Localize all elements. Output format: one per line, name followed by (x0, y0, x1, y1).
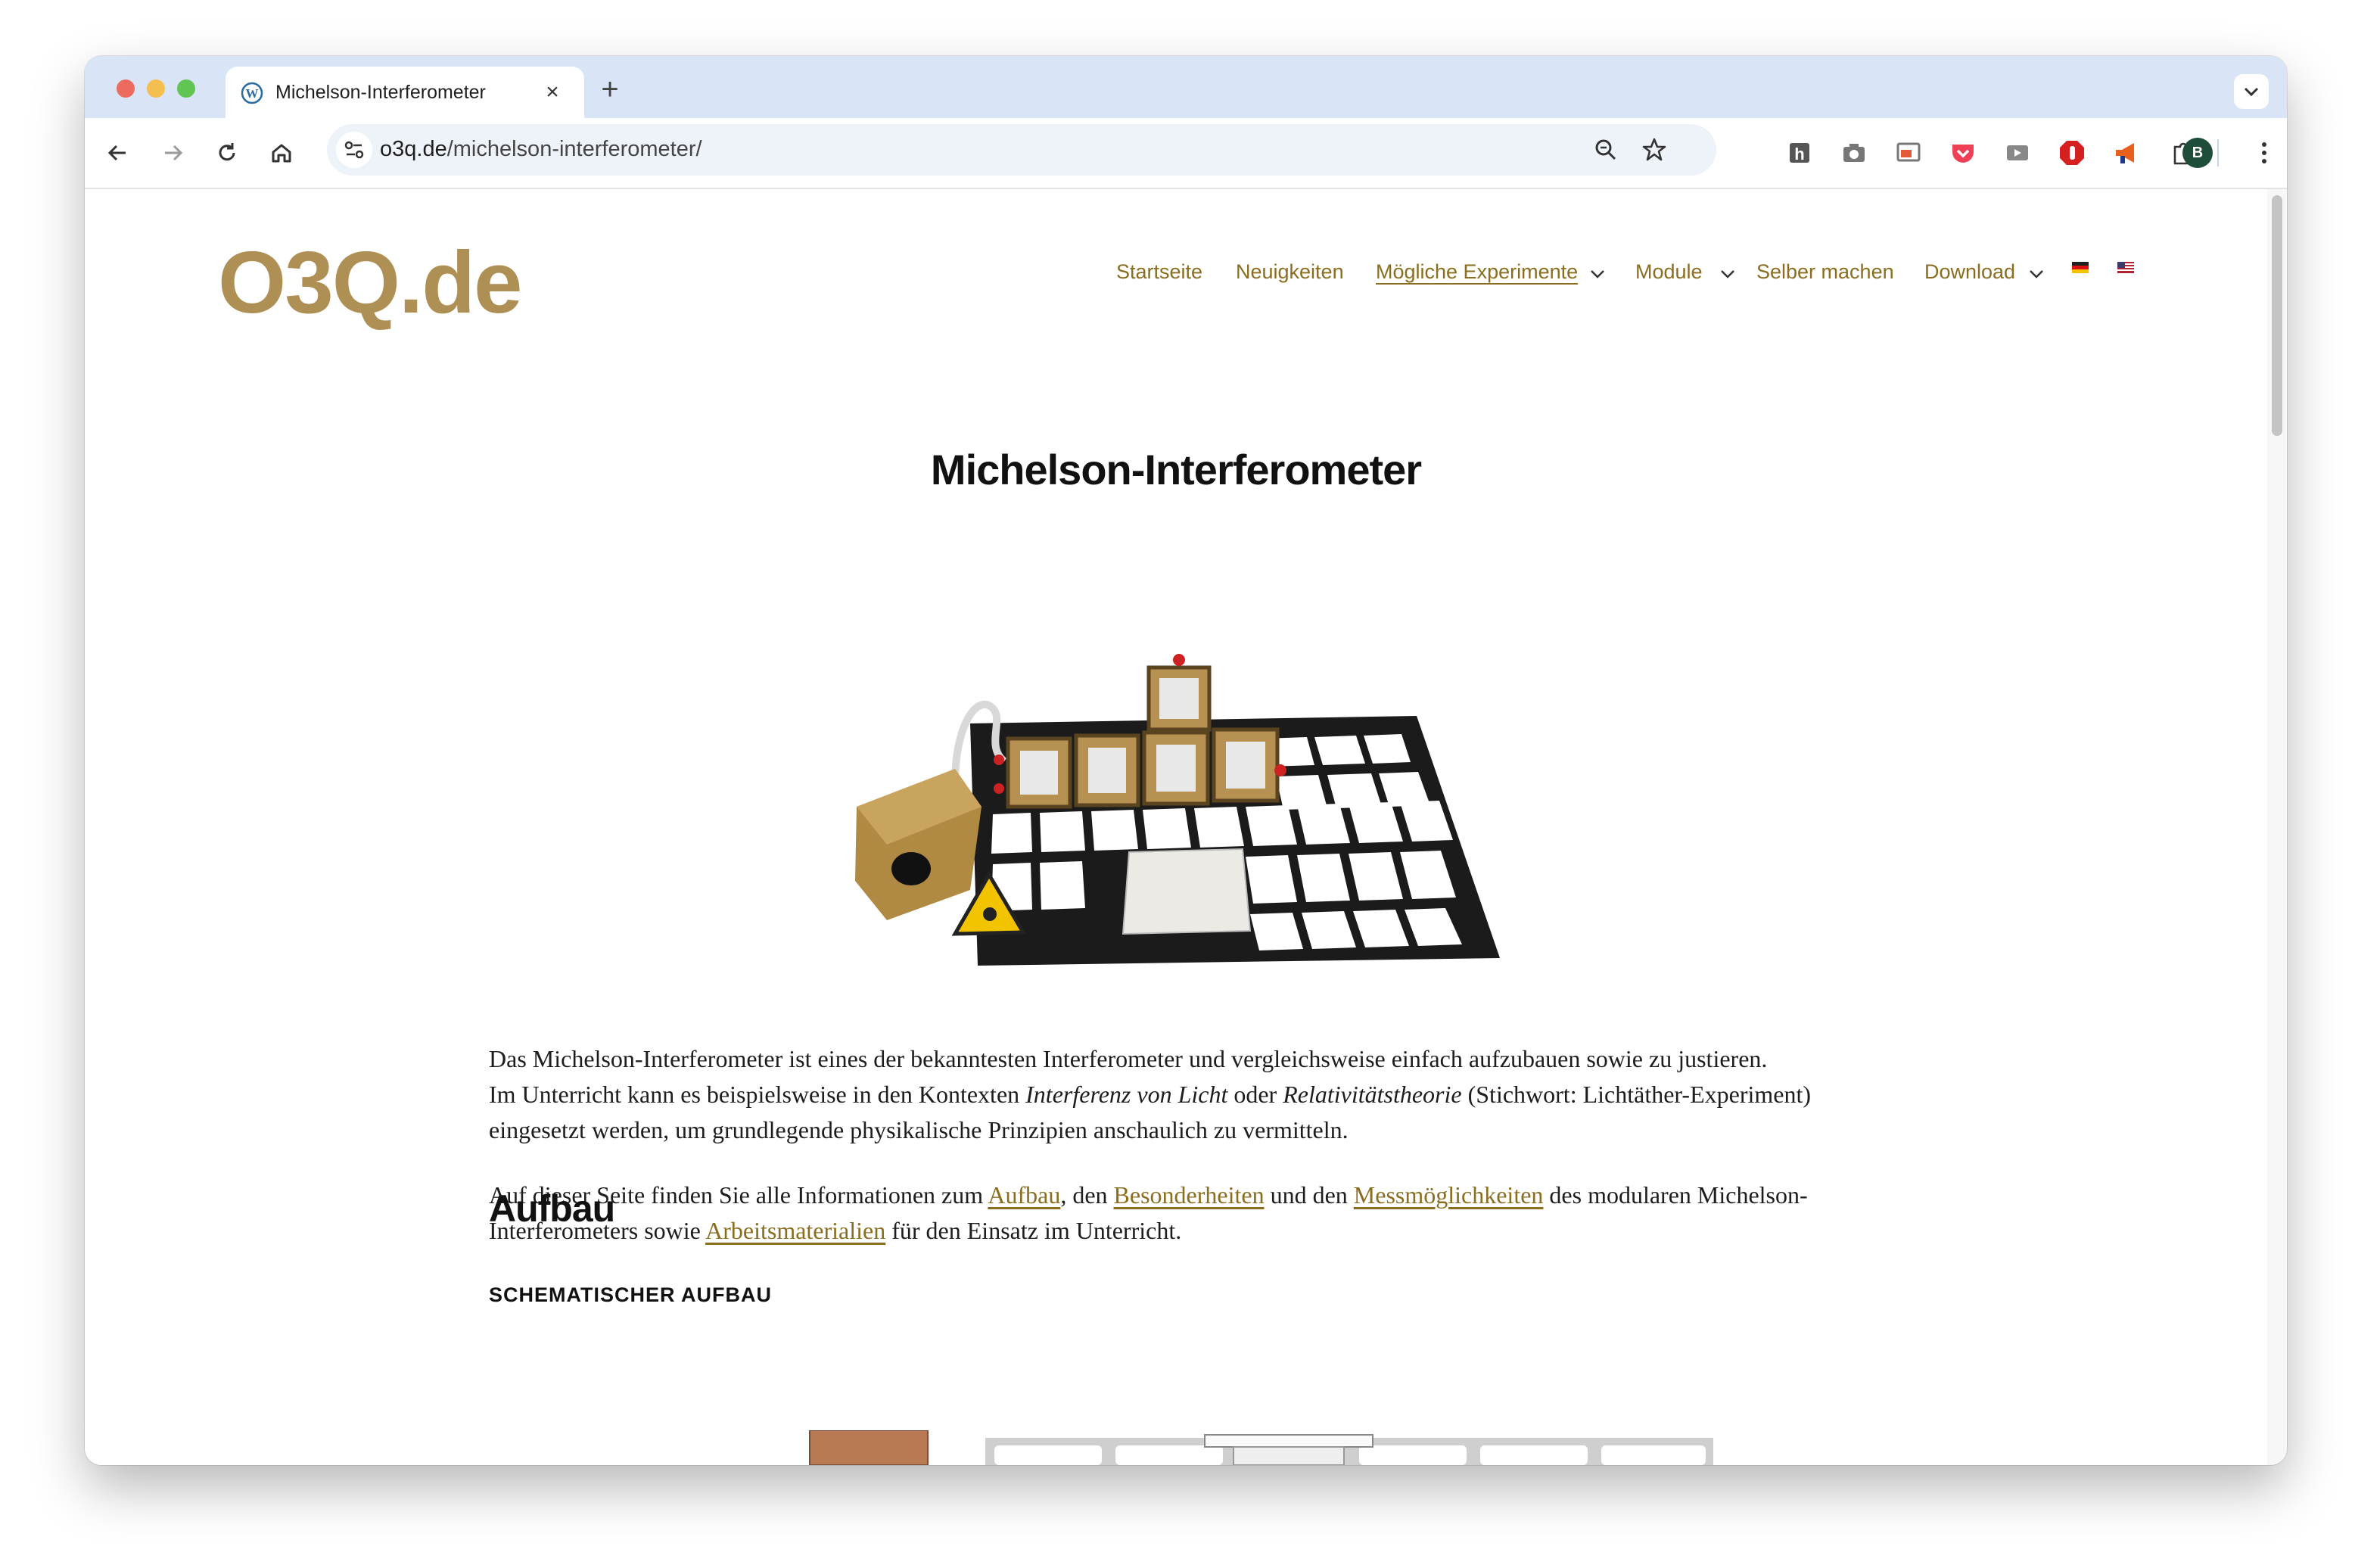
close-tab-button[interactable]: × (537, 77, 568, 107)
reload-icon (219, 143, 235, 161)
pocket-icon[interactable] (1946, 136, 1980, 170)
overview-text: des modularen Michelson- (1543, 1181, 1808, 1209)
intro-line-2: Im Unterricht kann es beispielsweise in … (489, 1077, 1874, 1112)
zoom-window-button[interactable] (177, 79, 195, 98)
h-extension-icon[interactable]: h (1783, 136, 1816, 170)
forward-button[interactable] (151, 132, 194, 174)
intro-text: Im Unterricht kann es beispielsweise in … (489, 1081, 1026, 1108)
tab-title: Michelson-Interferometer (275, 82, 486, 103)
nav-module[interactable]: Module (1635, 260, 1703, 284)
home-button[interactable] (260, 132, 303, 174)
url-path: /michelson-interferometer/ (446, 137, 702, 161)
interferometer-product-image (855, 654, 1500, 966)
tab-strip: W Michelson-Interferometer × + (85, 56, 2287, 118)
zoom-icon[interactable] (1591, 135, 1621, 165)
link-besonderheiten[interactable]: Besonderheiten (1114, 1181, 1265, 1209)
site-logo[interactable]: O3Q.de (218, 232, 523, 333)
megaphone-extension-icon[interactable] (2110, 136, 2143, 170)
subheading-schematischer-aufbau: SCHEMATISCHER AUFBAU (489, 1283, 772, 1306)
svg-text:h: h (1794, 145, 1804, 163)
overview-text: , den (1060, 1181, 1114, 1209)
chevron-down-icon[interactable] (1589, 268, 1606, 280)
page-scrollbar[interactable] (2267, 189, 2287, 1465)
menu-kebab-icon[interactable] (2248, 136, 2281, 170)
web-page: O3Q.de Startseite Neuigkeiten Mögliche E… (85, 189, 2287, 1465)
wordpress-icon: W (241, 82, 263, 104)
svg-text:W: W (246, 86, 259, 101)
chevron-down-icon[interactable] (1719, 268, 1736, 280)
camera-extension-icon[interactable] (1837, 136, 1871, 170)
page-title: Michelson-Interferometer (930, 446, 1422, 493)
link-arbeitsmaterialien[interactable]: Arbeitsmaterialien (705, 1217, 885, 1244)
intro-text: (Stichwort: Lichtäther-Experiment) (1461, 1081, 1812, 1108)
reload-button[interactable] (206, 132, 248, 174)
address-bar[interactable]: o3q.de/michelson-interferometer/ (327, 124, 1716, 176)
overview-paragraph: Auf dieser Seite finden Sie alle Informa… (489, 1178, 1874, 1249)
chevron-down-icon (2244, 87, 2259, 97)
tune-icon (344, 141, 364, 159)
chevron-down-icon[interactable] (2028, 268, 2045, 280)
overview-line-2: Interferometers sowie Arbeitsmaterialien… (489, 1213, 1874, 1249)
new-tab-button[interactable]: + (593, 73, 627, 106)
intro-paragraph: Das Michelson-Interferometer ist eines d… (489, 1041, 1874, 1148)
nav-startseite[interactable]: Startseite (1116, 260, 1202, 284)
intro-line-3: eingesetzt werden, um grundlegende physi… (489, 1116, 1349, 1143)
overview-text: und den (1264, 1181, 1354, 1209)
emphasis-relativitaet: Relativitätstheorie (1283, 1081, 1462, 1108)
link-aufbau[interactable]: Aufbau (988, 1181, 1060, 1209)
minimize-window-button[interactable] (147, 79, 165, 98)
link-messmoeglichkeiten[interactable]: Messmöglichkeiten (1354, 1181, 1544, 1209)
nav-selber-machen[interactable]: Selber machen (1756, 260, 1894, 284)
home-icon (272, 144, 291, 163)
tab-search-button[interactable] (2234, 74, 2269, 109)
browser-window: W Michelson-Interferometer × + o3q.de/mi… (85, 56, 2287, 1465)
nav-neuigkeiten[interactable]: Neuigkeiten (1236, 260, 1344, 284)
cast-extension-icon[interactable] (2001, 136, 2034, 170)
close-window-button[interactable] (117, 79, 135, 98)
url-domain: o3q.de (380, 137, 447, 161)
emphasis-interferenz: Interferenz von Licht (1025, 1081, 1228, 1108)
de-flag-icon[interactable] (2072, 262, 2089, 273)
adblock-icon[interactable] (2055, 136, 2089, 170)
toolbar-divider (2217, 139, 2219, 166)
forward-icon (165, 145, 183, 161)
overview-line-1: Auf dieser Seite finden Sie alle Informa… (489, 1178, 1874, 1213)
browser-toolbar: o3q.de/michelson-interferometer/ h (85, 118, 2287, 189)
intro-text: oder (1227, 1081, 1283, 1108)
nav-experimente[interactable]: Mögliche Experimente (1376, 260, 1578, 284)
url-text[interactable]: o3q.de/michelson-interferometer/ (380, 137, 702, 162)
nav-download[interactable]: Download (1924, 260, 2015, 284)
scrollbar-thumb[interactable] (2272, 195, 2282, 436)
intro-line-1: Das Michelson-Interferometer ist eines d… (489, 1045, 1768, 1072)
section-heading-aufbau: Aufbau (489, 1187, 615, 1230)
profile-avatar[interactable]: B (2182, 138, 2213, 168)
back-icon (107, 145, 126, 161)
bookmark-star-icon[interactable] (1639, 135, 1669, 165)
back-button[interactable] (97, 132, 139, 174)
screen-extension-icon[interactable] (1892, 136, 1925, 170)
schematic-diagram-preview (809, 1430, 1713, 1465)
active-tab[interactable]: W Michelson-Interferometer × (226, 67, 584, 118)
us-flag-icon[interactable] (2117, 262, 2134, 273)
overview-text: für den Einsatz im Unterricht. (885, 1217, 1182, 1244)
site-info-button[interactable] (336, 132, 372, 168)
